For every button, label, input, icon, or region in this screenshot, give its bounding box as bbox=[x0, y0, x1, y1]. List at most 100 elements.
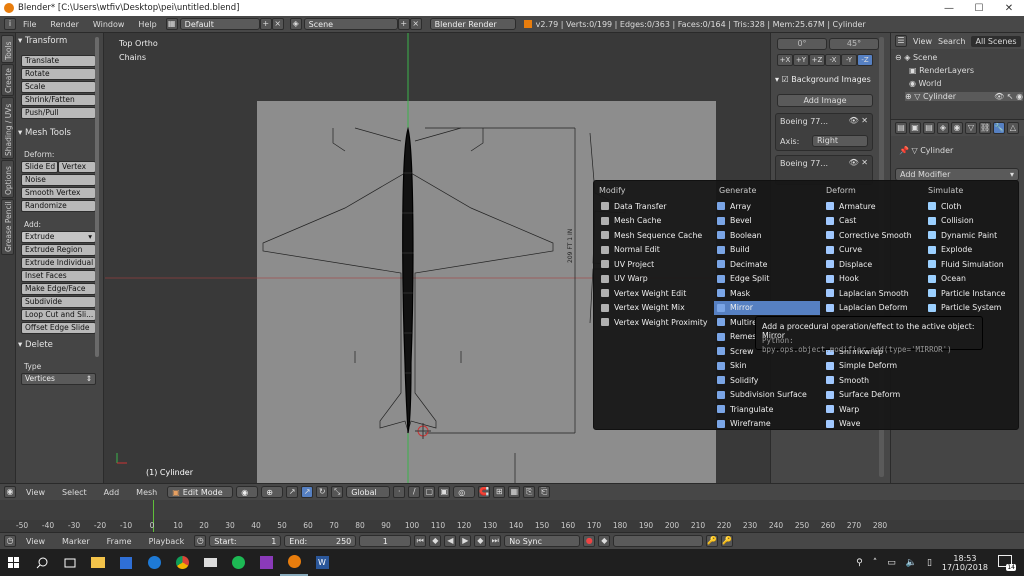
modifier-item-ocean[interactable]: Ocean bbox=[925, 272, 1015, 286]
view-angle-field-1[interactable]: 0° bbox=[777, 38, 827, 50]
modifier-item-laplacian-smooth[interactable]: Laplacian Smooth bbox=[823, 286, 923, 300]
modifier-item-bevel[interactable]: Bevel bbox=[714, 214, 820, 228]
search-icon[interactable] bbox=[28, 549, 56, 576]
maximize-button[interactable]: ☐ bbox=[964, 3, 994, 14]
media-app-icon[interactable] bbox=[252, 549, 280, 576]
menu-file[interactable]: File bbox=[16, 20, 43, 29]
timeline-menu-frame[interactable]: Frame bbox=[100, 537, 139, 546]
scale-manipulator-icon[interactable]: ⤡ bbox=[331, 486, 344, 498]
current-frame-field[interactable]: 1 bbox=[359, 535, 412, 547]
modifier-item-collision[interactable]: Collision bbox=[925, 214, 1015, 228]
modifier-item-corrective-smooth[interactable]: Corrective Smooth bbox=[823, 228, 923, 242]
slide-edge-button[interactable]: Slide Ed bbox=[21, 161, 58, 173]
slide-vertex-button[interactable]: Vertex bbox=[58, 161, 96, 173]
modifier-item-decimate[interactable]: Decimate bbox=[714, 257, 820, 271]
modifier-item-wave[interactable]: Wave bbox=[823, 417, 923, 431]
transform-panel-header[interactable]: ▾ Transform bbox=[18, 36, 102, 46]
scene-tab-icon[interactable]: ◈ bbox=[937, 122, 949, 134]
network-icon[interactable]: ▭ bbox=[887, 558, 896, 568]
word-icon[interactable]: W bbox=[308, 549, 336, 576]
make-edge-face-button[interactable]: Make Edge/Face bbox=[21, 283, 96, 295]
tab-shading-uvs[interactable]: Shading / UVs bbox=[1, 97, 14, 159]
modifier-item-armature[interactable]: Armature bbox=[823, 199, 923, 213]
tray-arrow-icon[interactable]: ˄ bbox=[873, 558, 878, 568]
extrude-region-button[interactable]: Extrude Region bbox=[21, 244, 96, 256]
delete-type-select[interactable]: Vertices ⇕ bbox=[21, 373, 96, 385]
jump-end-icon[interactable]: ⏭ bbox=[489, 535, 502, 547]
outliner-item-world[interactable]: ◉ World bbox=[909, 79, 941, 88]
jump-start-icon[interactable]: ⏮ bbox=[414, 535, 427, 547]
sync-select[interactable]: No Sync bbox=[504, 535, 581, 547]
modifier-item-data-transfer[interactable]: Data Transfer bbox=[598, 199, 714, 213]
world-tab-icon[interactable]: ◉ bbox=[951, 122, 963, 134]
axis-minus-x[interactable]: -X bbox=[825, 54, 841, 66]
outliner-editor-icon[interactable]: ☰ bbox=[895, 35, 907, 47]
face-select-icon[interactable]: ▢ bbox=[423, 486, 436, 498]
inset-faces-button[interactable]: Inset Faces bbox=[21, 270, 96, 282]
modifier-item-subdivision-surface[interactable]: Subdivision Surface bbox=[714, 388, 820, 402]
modifier-item-mesh-sequence-cache[interactable]: Mesh Sequence Cache bbox=[598, 228, 714, 242]
outliner-menu-view[interactable]: View bbox=[913, 37, 932, 46]
toolshelf-scrollbar[interactable] bbox=[95, 37, 99, 357]
spotify-icon[interactable] bbox=[224, 549, 252, 576]
viewport-menu-add[interactable]: Add bbox=[97, 488, 127, 497]
layers-tab-icon[interactable]: ▤ bbox=[923, 122, 935, 134]
mesh-tools-panel-header[interactable]: ▾ Mesh Tools bbox=[18, 128, 102, 138]
properties-editor-icon[interactable]: ▤ bbox=[895, 122, 907, 134]
snap-icon[interactable]: 🧲 bbox=[478, 486, 491, 498]
timeline-menu-playback[interactable]: Playback bbox=[142, 537, 192, 546]
play-reverse-icon[interactable]: ◀ bbox=[444, 535, 457, 547]
remove-scene-icon[interactable]: × bbox=[409, 18, 422, 30]
modifier-item-boolean[interactable]: Boolean bbox=[714, 228, 820, 242]
extrude-individual-button[interactable]: Extrude Individual bbox=[21, 257, 96, 269]
shading-select[interactable]: ◉ bbox=[236, 486, 259, 498]
modifier-item-laplacian-deform[interactable]: Laplacian Deform bbox=[823, 301, 923, 315]
modifier-item-vertex-weight-edit[interactable]: Vertex Weight Edit bbox=[598, 286, 714, 300]
outliner-menu-search[interactable]: Search bbox=[938, 37, 965, 46]
next-keyframe-icon[interactable]: ◆ bbox=[474, 535, 487, 547]
task-view-icon[interactable] bbox=[56, 549, 84, 576]
minimize-button[interactable]: — bbox=[934, 3, 964, 14]
scene-icon[interactable]: ◈ bbox=[289, 18, 302, 30]
modifier-item-cast[interactable]: Cast bbox=[823, 214, 923, 228]
rotate-manipulator-icon[interactable]: ↻ bbox=[316, 486, 329, 498]
bg-image-2-name[interactable]: Boeing 77... bbox=[780, 159, 828, 168]
end-frame-field[interactable]: End: 250 bbox=[284, 535, 357, 547]
timeline[interactable]: -50 -40 -30 -20 -10 0 10 20 30 40 50 60 70 80 90 100 110… bbox=[0, 500, 1024, 532]
axis-select[interactable]: Right bbox=[812, 135, 868, 147]
blender-taskbar-icon[interactable] bbox=[280, 549, 308, 576]
add-scene-icon[interactable]: + bbox=[397, 18, 410, 30]
shrink-fatten-button[interactable]: Shrink/Fatten bbox=[21, 94, 96, 106]
timeline-editor-icon[interactable]: ◷ bbox=[4, 535, 16, 547]
modifier-item-uv-project[interactable]: UV Project bbox=[598, 257, 714, 271]
modifier-item-mesh-cache[interactable]: Mesh Cache bbox=[598, 214, 714, 228]
outliner-display-mode[interactable]: All Scenes bbox=[971, 35, 1021, 47]
mail-icon[interactable] bbox=[196, 549, 224, 576]
close-button[interactable]: ✕ bbox=[994, 3, 1024, 14]
visibility-icons[interactable]: 👁 ↖ ◉ bbox=[994, 92, 1023, 101]
eye-close-icons[interactable]: 👁 ✕ bbox=[849, 116, 868, 125]
modifier-item-smooth[interactable]: Smooth bbox=[823, 373, 923, 387]
editor-type-icon[interactable]: i bbox=[4, 18, 16, 30]
windows-start-icon[interactable] bbox=[0, 549, 28, 576]
modifier-item-solidify[interactable]: Solidify bbox=[714, 373, 820, 387]
add-layout-icon[interactable]: + bbox=[259, 18, 272, 30]
remove-layout-icon[interactable]: × bbox=[271, 18, 284, 30]
modifier-item-warp[interactable]: Warp bbox=[823, 402, 923, 416]
modifier-item-normal-edit[interactable]: Normal Edit bbox=[598, 243, 714, 257]
copy-icon[interactable]: ⎘ bbox=[523, 486, 536, 498]
start-frame-field[interactable]: Start: 1 bbox=[209, 535, 282, 547]
snap-target-icon[interactable]: ⊞ bbox=[493, 486, 506, 498]
insert-keyframe-icon[interactable]: 🔑 bbox=[706, 535, 719, 547]
randomize-button[interactable]: Randomize bbox=[21, 200, 96, 212]
scene-field[interactable]: Scene bbox=[303, 18, 398, 30]
timeline-menu-view[interactable]: View bbox=[19, 537, 52, 546]
tab-tools[interactable]: Tools bbox=[1, 35, 14, 63]
modifier-item-dynamic-paint[interactable]: Dynamic Paint bbox=[925, 228, 1015, 242]
modifier-item-curve[interactable]: Curve bbox=[823, 243, 923, 257]
modifier-item-explode[interactable]: Explode bbox=[925, 243, 1015, 257]
axis-plus-x[interactable]: +X bbox=[777, 54, 793, 66]
modifier-item-mask[interactable]: Mask bbox=[714, 286, 820, 300]
tab-grease-pencil[interactable]: Grease Pencil bbox=[1, 199, 14, 255]
manipulator-toggle-icon[interactable]: ↗ bbox=[286, 486, 299, 498]
